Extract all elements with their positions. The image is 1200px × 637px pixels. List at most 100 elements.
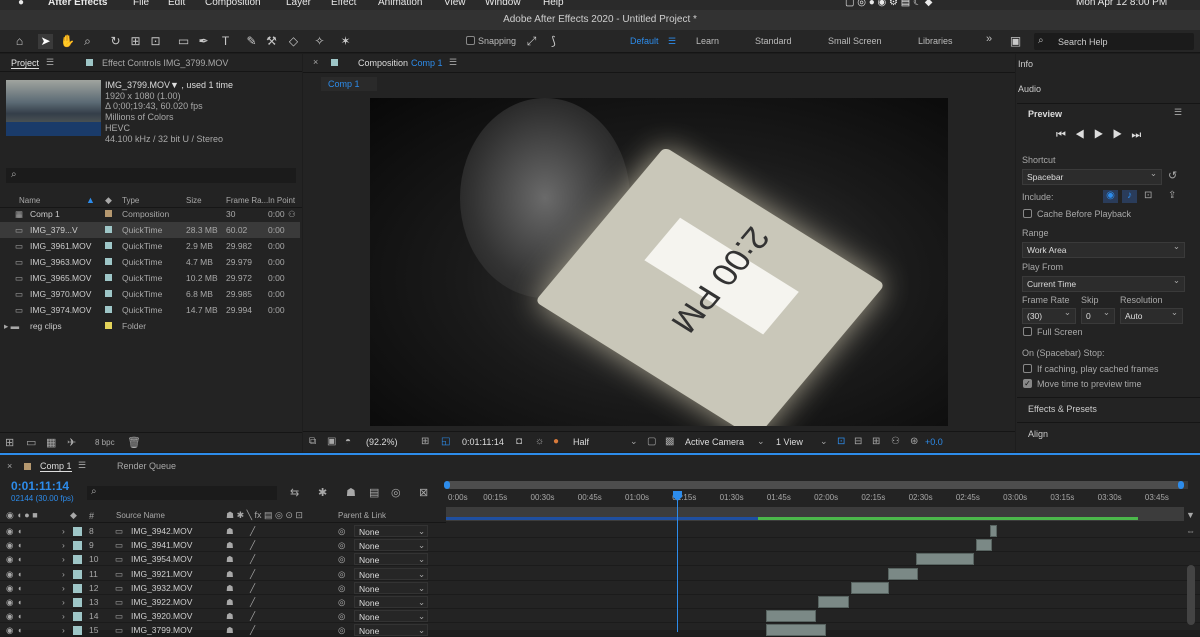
- navigator-end-handle[interactable]: [1178, 481, 1184, 489]
- parent-chevron-icon[interactable]: ⌄: [418, 540, 425, 551]
- video-visibility-icon[interactable]: ◉: [6, 611, 13, 622]
- quality-switch-icon[interactable]: ╱: [250, 540, 255, 551]
- full-screen-checkbox[interactable]: [1023, 327, 1032, 336]
- reset-exposure-icon[interactable]: ⚇: [891, 436, 900, 447]
- time-navigator-range[interactable]: [446, 481, 1183, 489]
- pick-whip-icon[interactable]: ◎: [338, 625, 345, 636]
- parent-dropdown[interactable]: None: [354, 596, 428, 608]
- tab-render-queue[interactable]: Render Queue: [117, 461, 176, 471]
- timeline-icon[interactable]: ⊟: [854, 436, 862, 447]
- project-item-label-swatch[interactable]: [105, 210, 112, 217]
- pick-whip-icon[interactable]: ◎: [338, 526, 345, 537]
- menu-layer[interactable]: Layer: [286, 0, 311, 8]
- pick-whip-icon[interactable]: ◎: [338, 554, 345, 565]
- layer-label-swatch[interactable]: [73, 626, 82, 636]
- preview-transport-controls[interactable]: ⏮◀▶▶⏭: [1056, 129, 1150, 142]
- brush-tool-icon[interactable]: ✎: [244, 34, 259, 49]
- col-parent-link[interactable]: Parent & Link: [338, 511, 386, 520]
- audio-toggle-icon[interactable]: ◖: [17, 597, 22, 607]
- resolution-select[interactable]: Auto: [1120, 307, 1183, 324]
- type-tool-icon[interactable]: T: [218, 34, 233, 49]
- align-header[interactable]: Align: [1028, 429, 1200, 439]
- parent-dropdown[interactable]: None: [354, 610, 428, 623]
- pick-whip-icon[interactable]: ◎: [338, 583, 345, 594]
- col-size[interactable]: Size: [186, 196, 202, 205]
- layer-label-swatch[interactable]: [73, 583, 82, 593]
- monitor-icon[interactable]: ▣: [327, 436, 336, 447]
- flowchart-icon[interactable]: ⚇: [288, 209, 296, 220]
- effects-presets-header[interactable]: Effects & Presets: [1028, 404, 1200, 414]
- current-time-display[interactable]: 0:01:11:14: [462, 437, 504, 447]
- tab-composition-name[interactable]: Comp 1: [411, 58, 443, 68]
- zoom-tool-icon[interactable]: ⌕: [80, 34, 95, 49]
- parent-dropdown[interactable]: None: [354, 624, 428, 637]
- layer-clip-bar[interactable]: [990, 525, 997, 537]
- project-item[interactable]: ▭ IMG_3963.MOV QuickTime 4.7 MB 29.979 0:00: [0, 254, 300, 270]
- expand-layer-icon[interactable]: ›: [62, 597, 65, 607]
- col-name[interactable]: Name: [19, 196, 40, 205]
- project-item[interactable]: ▸ ▬ reg clips Folder: [0, 318, 300, 334]
- adjust-settings-icon[interactable]: ✈: [67, 436, 76, 449]
- camera-tool-icon[interactable]: ⊞: [128, 34, 143, 49]
- audio-toggle-icon[interactable]: ◖: [17, 540, 22, 550]
- parent-dropdown[interactable]: None: [354, 567, 428, 580]
- if-caching-checkbox[interactable]: [1023, 364, 1032, 373]
- menu-view[interactable]: View: [444, 0, 466, 8]
- shy-switch-icon[interactable]: ☗: [226, 597, 234, 608]
- parent-chevron-icon[interactable]: ⌄: [418, 625, 425, 636]
- project-item[interactable]: ▭ IMG_3965.MOV QuickTime 10.2 MB 29.972 0:00: [0, 270, 300, 286]
- reset-icon[interactable]: ↺: [1168, 169, 1177, 182]
- snap-mode-icon[interactable]: ⟆: [546, 34, 561, 49]
- layer-row[interactable]: ◉ ◖ › 15 ▭ IMG_3799.MOV ☗ ╱ ◎ None ⌄: [0, 623, 1200, 637]
- preview-menu-icon[interactable]: ☰: [1174, 107, 1182, 118]
- layer-clip-bar[interactable]: [888, 567, 918, 580]
- menu-window[interactable]: Window: [485, 0, 521, 8]
- audio-toggle-icon[interactable]: ◖: [17, 526, 22, 536]
- include-audio-icon[interactable]: ♪: [1122, 190, 1137, 203]
- work-area-bar[interactable]: [446, 507, 1184, 521]
- toggle-transparency-icon[interactable]: ▩: [665, 436, 674, 447]
- show-channel-icon[interactable]: ●: [553, 436, 559, 447]
- tab-timeline-comp[interactable]: Comp 1: [40, 461, 72, 472]
- project-item-label-swatch[interactable]: [105, 258, 112, 265]
- tab-project[interactable]: Project: [11, 58, 40, 69]
- frame-rate-dropdown[interactable]: (30): [1022, 307, 1076, 324]
- audio-toggle-icon[interactable]: ◖: [17, 554, 22, 564]
- parent-chevron-icon[interactable]: ⌄: [418, 597, 425, 608]
- composition-menu-icon[interactable]: ☰: [449, 57, 457, 68]
- layer-label-swatch[interactable]: [73, 555, 82, 565]
- magnification-dropdown[interactable]: (92.2%): [366, 437, 398, 447]
- project-item-label-swatch[interactable]: [105, 306, 112, 313]
- delete-icon[interactable]: 🗑: [127, 436, 141, 449]
- timeline-zoom-icon[interactable]: ⇔: [1186, 526, 1195, 536]
- menu-effect[interactable]: Effect: [331, 0, 356, 8]
- project-item-label-swatch[interactable]: [105, 242, 112, 249]
- motion-blur-icon[interactable]: ◎: [391, 486, 401, 499]
- search-help-box[interactable]: ⌕ Search Help: [1034, 33, 1194, 50]
- quality-switch-icon[interactable]: ╱: [250, 554, 255, 565]
- roto-brush-tool-icon[interactable]: ✧: [312, 34, 327, 49]
- layer-clip-bar[interactable]: [766, 624, 826, 637]
- shy-switch-icon[interactable]: ☗: [226, 569, 234, 580]
- flowchart-icon[interactable]: ⊞: [872, 436, 880, 447]
- project-item-label-swatch[interactable]: [105, 226, 112, 233]
- pick-whip-icon[interactable]: ◎: [338, 597, 345, 608]
- col-in-point[interactable]: In Point: [268, 196, 295, 205]
- draft-3d-icon[interactable]: ✱: [318, 486, 327, 499]
- puppet-tool-icon[interactable]: ✶: [338, 34, 353, 49]
- parent-chevron-icon[interactable]: ⌄: [418, 526, 425, 537]
- new-composition-icon[interactable]: ▦: [46, 436, 56, 449]
- skip-dropdown[interactable]: 0: [1081, 307, 1115, 324]
- layer-row[interactable]: ◉ ◖ › 8 ▭ IMG_3942.MOV ☗ ╱ ◎ None ⌄: [0, 524, 1200, 538]
- quality-switch-icon[interactable]: ╱: [250, 526, 255, 537]
- layer-row[interactable]: ◉ ◖ › 13 ▭ IMG_3922.MOV ☗ ╱ ◎ None ⌄: [0, 595, 1200, 609]
- expand-layer-icon[interactable]: ›: [62, 569, 65, 579]
- parent-dropdown[interactable]: None: [354, 553, 428, 566]
- workspace-small-screen[interactable]: Small Screen: [828, 36, 882, 46]
- video-visibility-icon[interactable]: ◉: [6, 569, 13, 580]
- project-search-input[interactable]: ⌕: [6, 168, 296, 183]
- expand-layer-icon[interactable]: ›: [62, 625, 65, 635]
- quality-switch-icon[interactable]: ╱: [250, 583, 255, 594]
- video-visibility-icon[interactable]: ◉: [6, 625, 13, 636]
- layer-label-swatch[interactable]: [73, 598, 82, 607]
